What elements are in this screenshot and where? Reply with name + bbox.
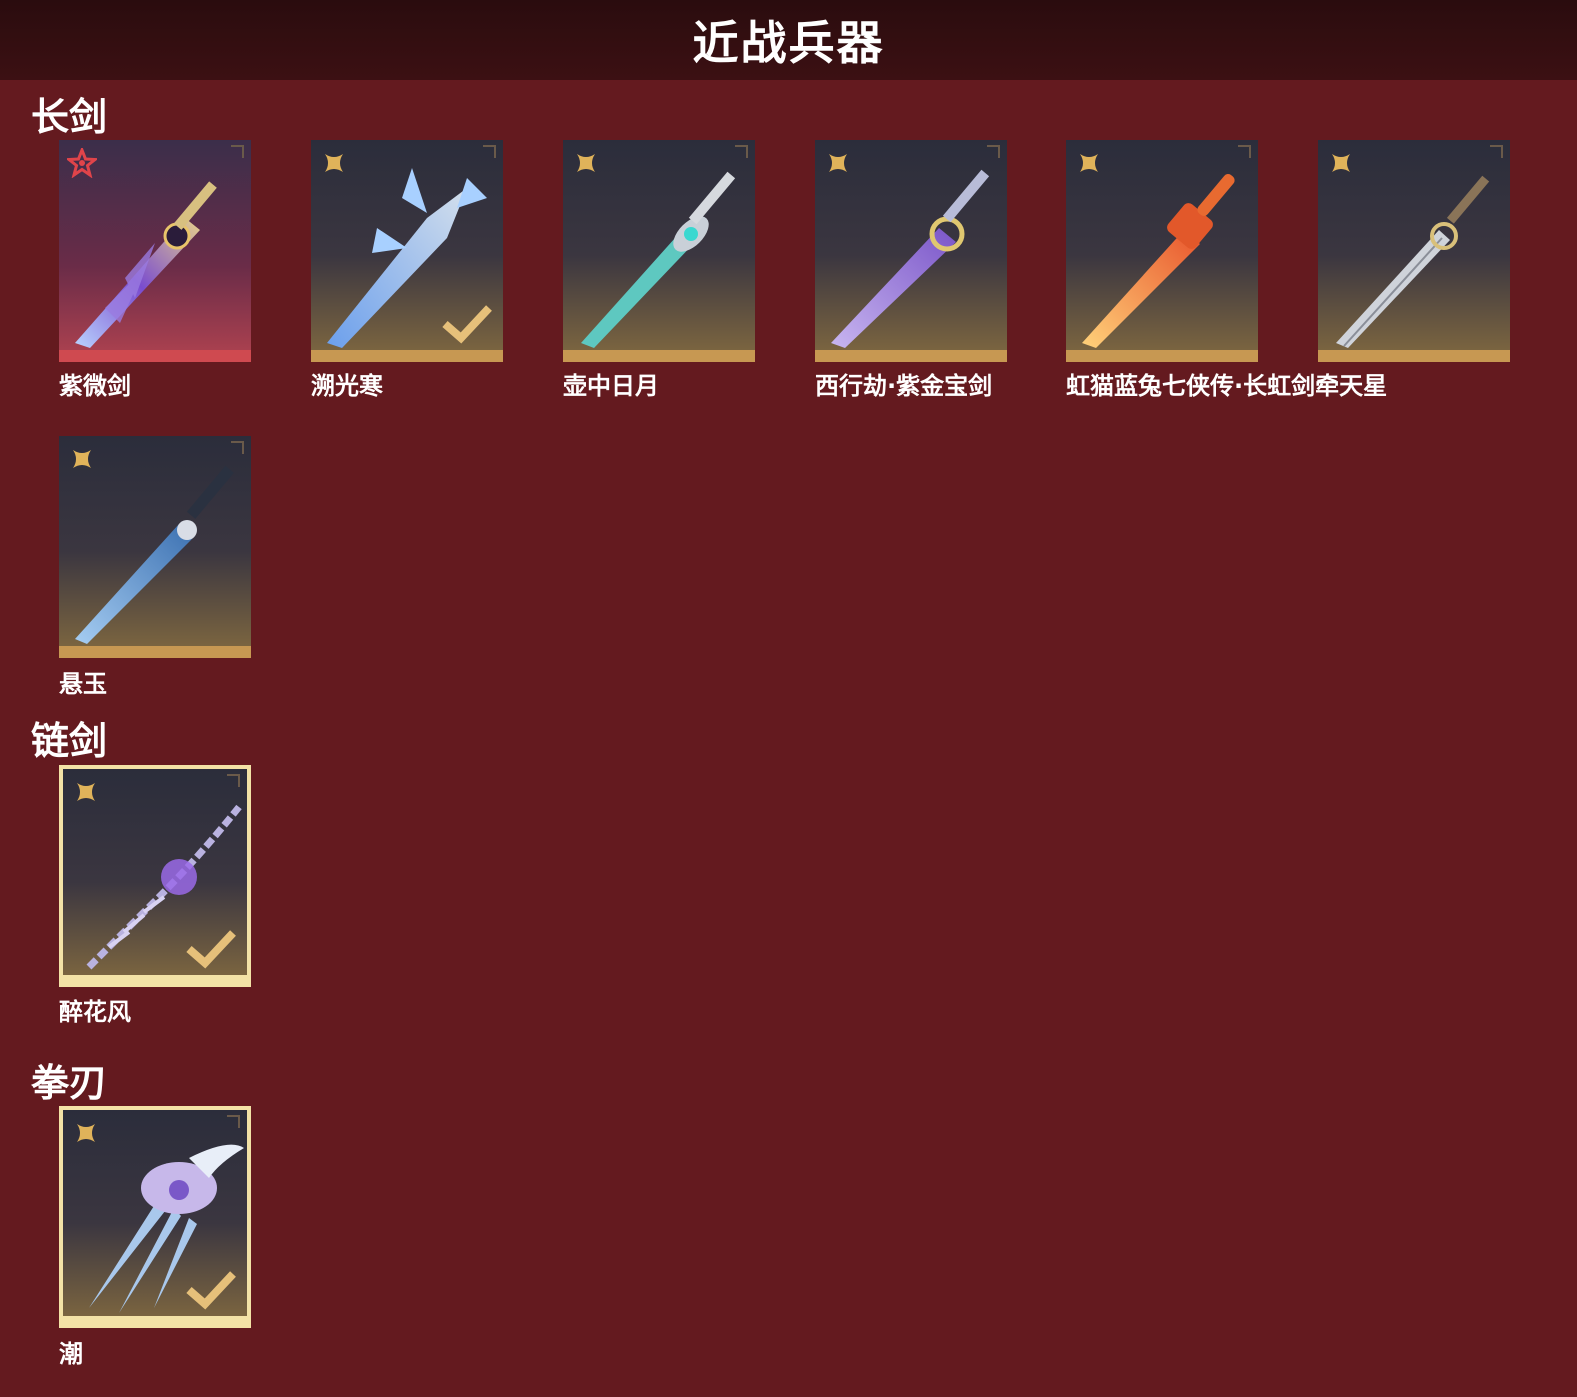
weapon-card-suguanghan[interactable]	[311, 140, 503, 362]
purple-sword-icon	[831, 169, 990, 348]
blue-sword-icon	[75, 465, 234, 644]
weapon-card-ziwei[interactable]	[59, 140, 251, 362]
weapon-name-label: 西行劫·紫金宝剑	[815, 372, 993, 400]
weapon-card-silver[interactable]	[1318, 140, 1510, 362]
weapon-name-label: 紫微剑	[59, 372, 131, 400]
weapon-name-label: 悬玉	[59, 670, 107, 698]
weapon-name-label: 壶中日月	[563, 372, 659, 400]
page-title: 近战兵器	[692, 16, 885, 70]
weapon-card-chao[interactable]	[59, 1106, 251, 1328]
red-sword-icon	[1082, 174, 1235, 348]
header-bar: 近战兵器	[0, 0, 1577, 80]
section-title-chainsword: 链剑	[31, 719, 108, 763]
weapon-card-huzhongriyue[interactable]	[563, 140, 755, 362]
weapon-name-label: 潮	[59, 1340, 83, 1368]
section-title-fistblade: 拳刃	[31, 1061, 108, 1105]
weapon-card-xuanyu[interactable]	[59, 436, 251, 658]
weapon-card-xixingjie[interactable]	[815, 140, 1007, 362]
weapon-card-changhong[interactable]	[1066, 140, 1258, 362]
section-title-longsword: 长剑	[31, 95, 108, 139]
silver-sword-icon	[1336, 175, 1490, 348]
weapon-card-zuihuafeng[interactable]	[59, 765, 251, 987]
weapon-name-label: 溯光寒	[311, 372, 383, 400]
owned-check-icon	[186, 1271, 236, 1310]
owned-check-icon	[186, 930, 236, 969]
weapon-name-label: 醉花风	[59, 998, 131, 1026]
jade-sword-icon	[581, 171, 736, 348]
owned-check-icon	[442, 305, 492, 344]
sword-icon	[75, 181, 217, 348]
weapon-name-label: 虹猫蓝兔七侠传·长虹剑牵天星	[1066, 372, 1388, 400]
